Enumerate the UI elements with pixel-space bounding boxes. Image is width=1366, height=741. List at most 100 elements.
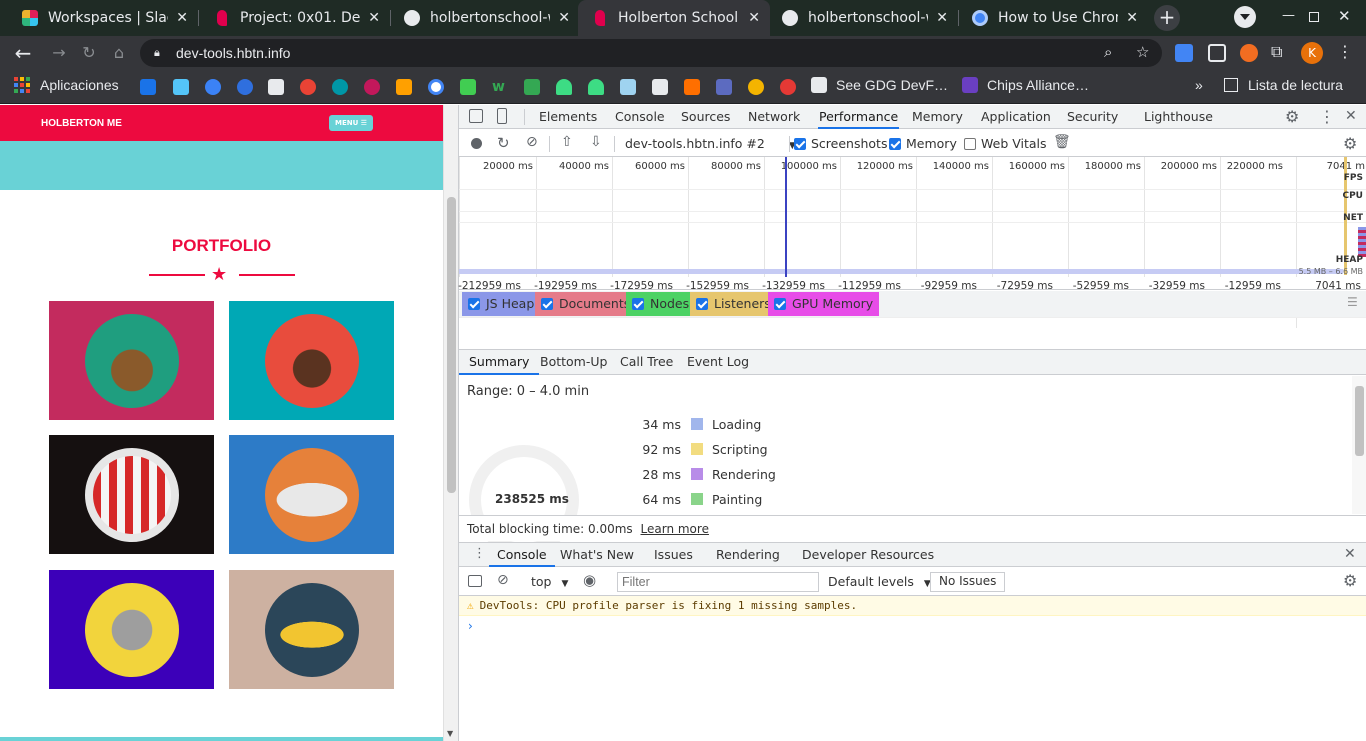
tab-network[interactable]: Network <box>748 105 800 129</box>
tab-lighthouse[interactable]: Lighthouse <box>1144 105 1213 129</box>
console-filter-input[interactable] <box>617 572 819 592</box>
console-sidebar-icon[interactable] <box>468 575 482 587</box>
bookmark-icon[interactable] <box>748 79 764 95</box>
maximize-icon[interactable] <box>1309 12 1319 22</box>
timeline-cursor[interactable] <box>785 157 787 277</box>
omnibox[interactable]: 🔒︎ dev-tools.hbtn.info <box>140 39 1162 67</box>
bookmark-icon[interactable] <box>780 79 796 95</box>
media-control-icon[interactable] <box>1208 44 1226 62</box>
tensorflow-icon[interactable] <box>684 79 700 95</box>
forward-icon[interactable]: → <box>48 42 70 64</box>
tab-memory[interactable]: Memory <box>912 105 963 129</box>
capture-settings-icon[interactable]: ⚙ <box>1343 134 1357 153</box>
home-icon[interactable]: ⌂ <box>108 42 130 64</box>
reload-record-icon[interactable]: ↻ <box>497 134 510 152</box>
more-options-icon[interactable]: ⋮ <box>1319 107 1335 126</box>
issues-button[interactable]: No Issues <box>930 572 1006 592</box>
portfolio-tile-cake[interactable] <box>229 301 394 420</box>
android-icon[interactable] <box>588 79 604 95</box>
bookmark-icon[interactable] <box>140 79 156 95</box>
portfolio-tile-cabin[interactable] <box>49 301 214 420</box>
counter-nodes[interactable]: Nodes <box>626 292 696 316</box>
recording-select[interactable]: dev-tools.hbtn.info #2 ▼ <box>625 136 796 151</box>
device-toolbar-icon[interactable] <box>497 108 507 124</box>
qt-icon[interactable] <box>460 79 476 95</box>
menu-button[interactable]: MENU ☰ <box>328 115 373 131</box>
live-expression-eye-icon[interactable]: ◉ <box>583 571 596 589</box>
close-tab-icon[interactable]: ✕ <box>558 10 570 26</box>
close-tab-icon[interactable]: ✕ <box>936 10 948 26</box>
clear-icon[interactable]: ⊘ <box>526 134 538 150</box>
tab-console[interactable]: Console <box>615 105 665 129</box>
close-tab-icon[interactable]: ✕ <box>748 10 760 26</box>
portfolio-tile-game[interactable] <box>229 435 394 554</box>
timeline-overview[interactable]: 20000 ms 40000 ms 60000 ms 80000 ms 1000… <box>458 157 1366 292</box>
bookmark-icon[interactable] <box>268 79 284 95</box>
web-vitals-checkbox[interactable]: Web Vitals <box>964 136 1047 151</box>
portfolio-tile-circus[interactable] <box>49 435 214 554</box>
drawer-tab-console[interactable]: Console <box>489 543 555 567</box>
drawer-tab-rendering[interactable]: Rendering <box>716 543 780 567</box>
more-bookmarks-button[interactable]: » <box>1195 77 1203 93</box>
tab-sources[interactable]: Sources <box>681 105 730 129</box>
reload-icon[interactable]: ↻ <box>78 42 100 64</box>
counter-listeners[interactable]: Listeners <box>690 292 777 316</box>
tab-github-1[interactable]: holbertonschool-web ✕ <box>390 0 580 36</box>
google-icon[interactable] <box>428 79 444 95</box>
tab-elements[interactable]: Elements <box>539 105 597 129</box>
bookmark-icon[interactable] <box>716 79 732 95</box>
firebase-icon[interactable] <box>396 79 412 95</box>
portfolio-tile-submarine[interactable] <box>229 570 394 689</box>
tab-security[interactable]: Security <box>1067 105 1118 129</box>
bookmark-chips-alliance[interactable]: Chips Alliance… <box>962 77 1089 93</box>
log-levels-select[interactable]: Default levels ▼ <box>828 574 931 589</box>
drawer-tab-issues[interactable]: Issues <box>654 543 693 567</box>
extensions-puzzle-icon[interactable]: ⧉ <box>1271 42 1289 61</box>
url-text[interactable]: dev-tools.hbtn.info <box>176 45 290 61</box>
bookmark-gdg[interactable]: See GDG DevF… <box>811 77 948 93</box>
android-icon[interactable] <box>556 79 572 95</box>
screenshots-checkbox[interactable]: Screenshots <box>794 136 887 151</box>
bookmark-icon[interactable] <box>205 79 221 95</box>
tab-holberton-school[interactable]: Holberton School ✕ <box>578 0 770 36</box>
reading-list-button[interactable]: Lista de lectura <box>1224 77 1343 93</box>
drawer-tab-whats-new[interactable]: What's New <box>560 543 634 567</box>
bookmark-star-icon[interactable]: ☆ <box>1136 43 1149 61</box>
play-store-icon[interactable] <box>524 79 540 95</box>
scrollbar-thumb[interactable] <box>1355 386 1364 456</box>
site-brand[interactable]: HOLBERTON ME <box>41 118 122 129</box>
bookmark-icon[interactable] <box>652 79 668 95</box>
drag-handle-icon[interactable]: ☰ <box>1347 295 1358 309</box>
inspect-element-icon[interactable] <box>469 109 483 123</box>
back-icon[interactable]: ← <box>12 42 34 64</box>
zoom-search-icon[interactable]: ⌕ <box>1104 43 1112 61</box>
scrollbar-thumb[interactable] <box>447 197 456 493</box>
tab-chrome-howto[interactable]: How to Use Chrome ✕ <box>958 0 1148 36</box>
counter-gpu-memory[interactable]: GPU Memory <box>768 292 880 316</box>
new-tab-button[interactable]: + <box>1154 5 1180 31</box>
counter-documents[interactable]: Documents <box>535 292 637 316</box>
chrome-menu-icon[interactable]: ⋮ <box>1337 42 1353 61</box>
bookmark-icon[interactable] <box>620 79 636 95</box>
portfolio-tile-safe[interactable] <box>49 570 214 689</box>
bookmark-icon[interactable] <box>300 79 316 95</box>
close-devtools-icon[interactable]: ✕ <box>1345 108 1357 124</box>
profile-avatar[interactable]: K <box>1301 42 1323 64</box>
bookmark-icon[interactable]: w <box>492 79 508 95</box>
bookmark-icon[interactable] <box>364 79 380 95</box>
tab-summary[interactable]: Summary <box>459 350 540 375</box>
counter-js-heap[interactable]: JS Heap <box>462 292 541 316</box>
bookmark-icon[interactable] <box>332 79 348 95</box>
translate-extension-icon[interactable] <box>1175 44 1193 62</box>
bookmark-icon[interactable] <box>237 79 253 95</box>
settings-gear-icon[interactable]: ⚙ <box>1285 107 1299 126</box>
tab-bottom-up[interactable]: Bottom-Up <box>540 350 607 375</box>
tab-project[interactable]: Project: 0x01. DevTools ✕ <box>200 0 390 36</box>
learn-more-link[interactable]: Learn more <box>641 522 709 536</box>
tab-event-log[interactable]: Event Log <box>687 350 749 375</box>
drawer-tab-developer-resources[interactable]: Developer Resources <box>802 543 934 567</box>
scroll-down-icon[interactable]: ▼ <box>447 729 453 738</box>
tab-github-2[interactable]: holbertonschool-web ✕ <box>768 0 958 36</box>
load-profile-icon[interactable]: ⇧ <box>561 134 573 150</box>
flutter-icon[interactable] <box>173 79 189 95</box>
